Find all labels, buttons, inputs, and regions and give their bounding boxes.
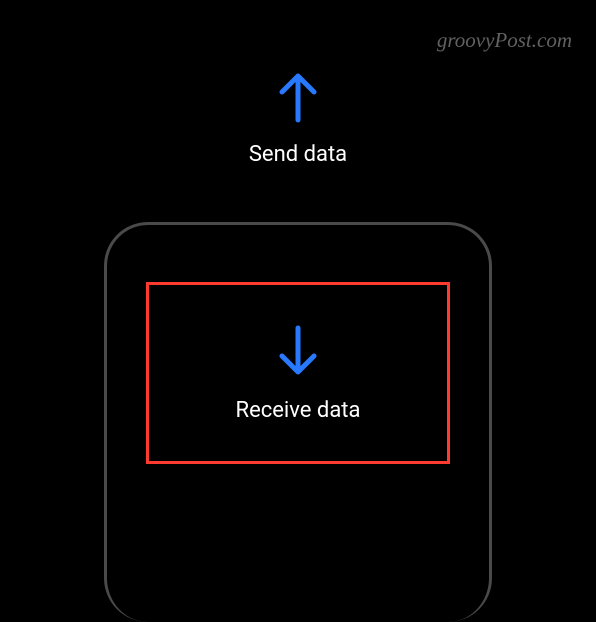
send-data-label: Send data (249, 142, 347, 167)
receive-data-highlight-box[interactable]: Receive data (146, 282, 450, 464)
send-data-option[interactable]: Send data (0, 68, 596, 167)
receive-data-label: Receive data (236, 398, 361, 423)
arrow-down-icon (274, 324, 322, 380)
arrow-up-icon (274, 68, 322, 124)
watermark-text: groovyPost.com (437, 28, 572, 53)
